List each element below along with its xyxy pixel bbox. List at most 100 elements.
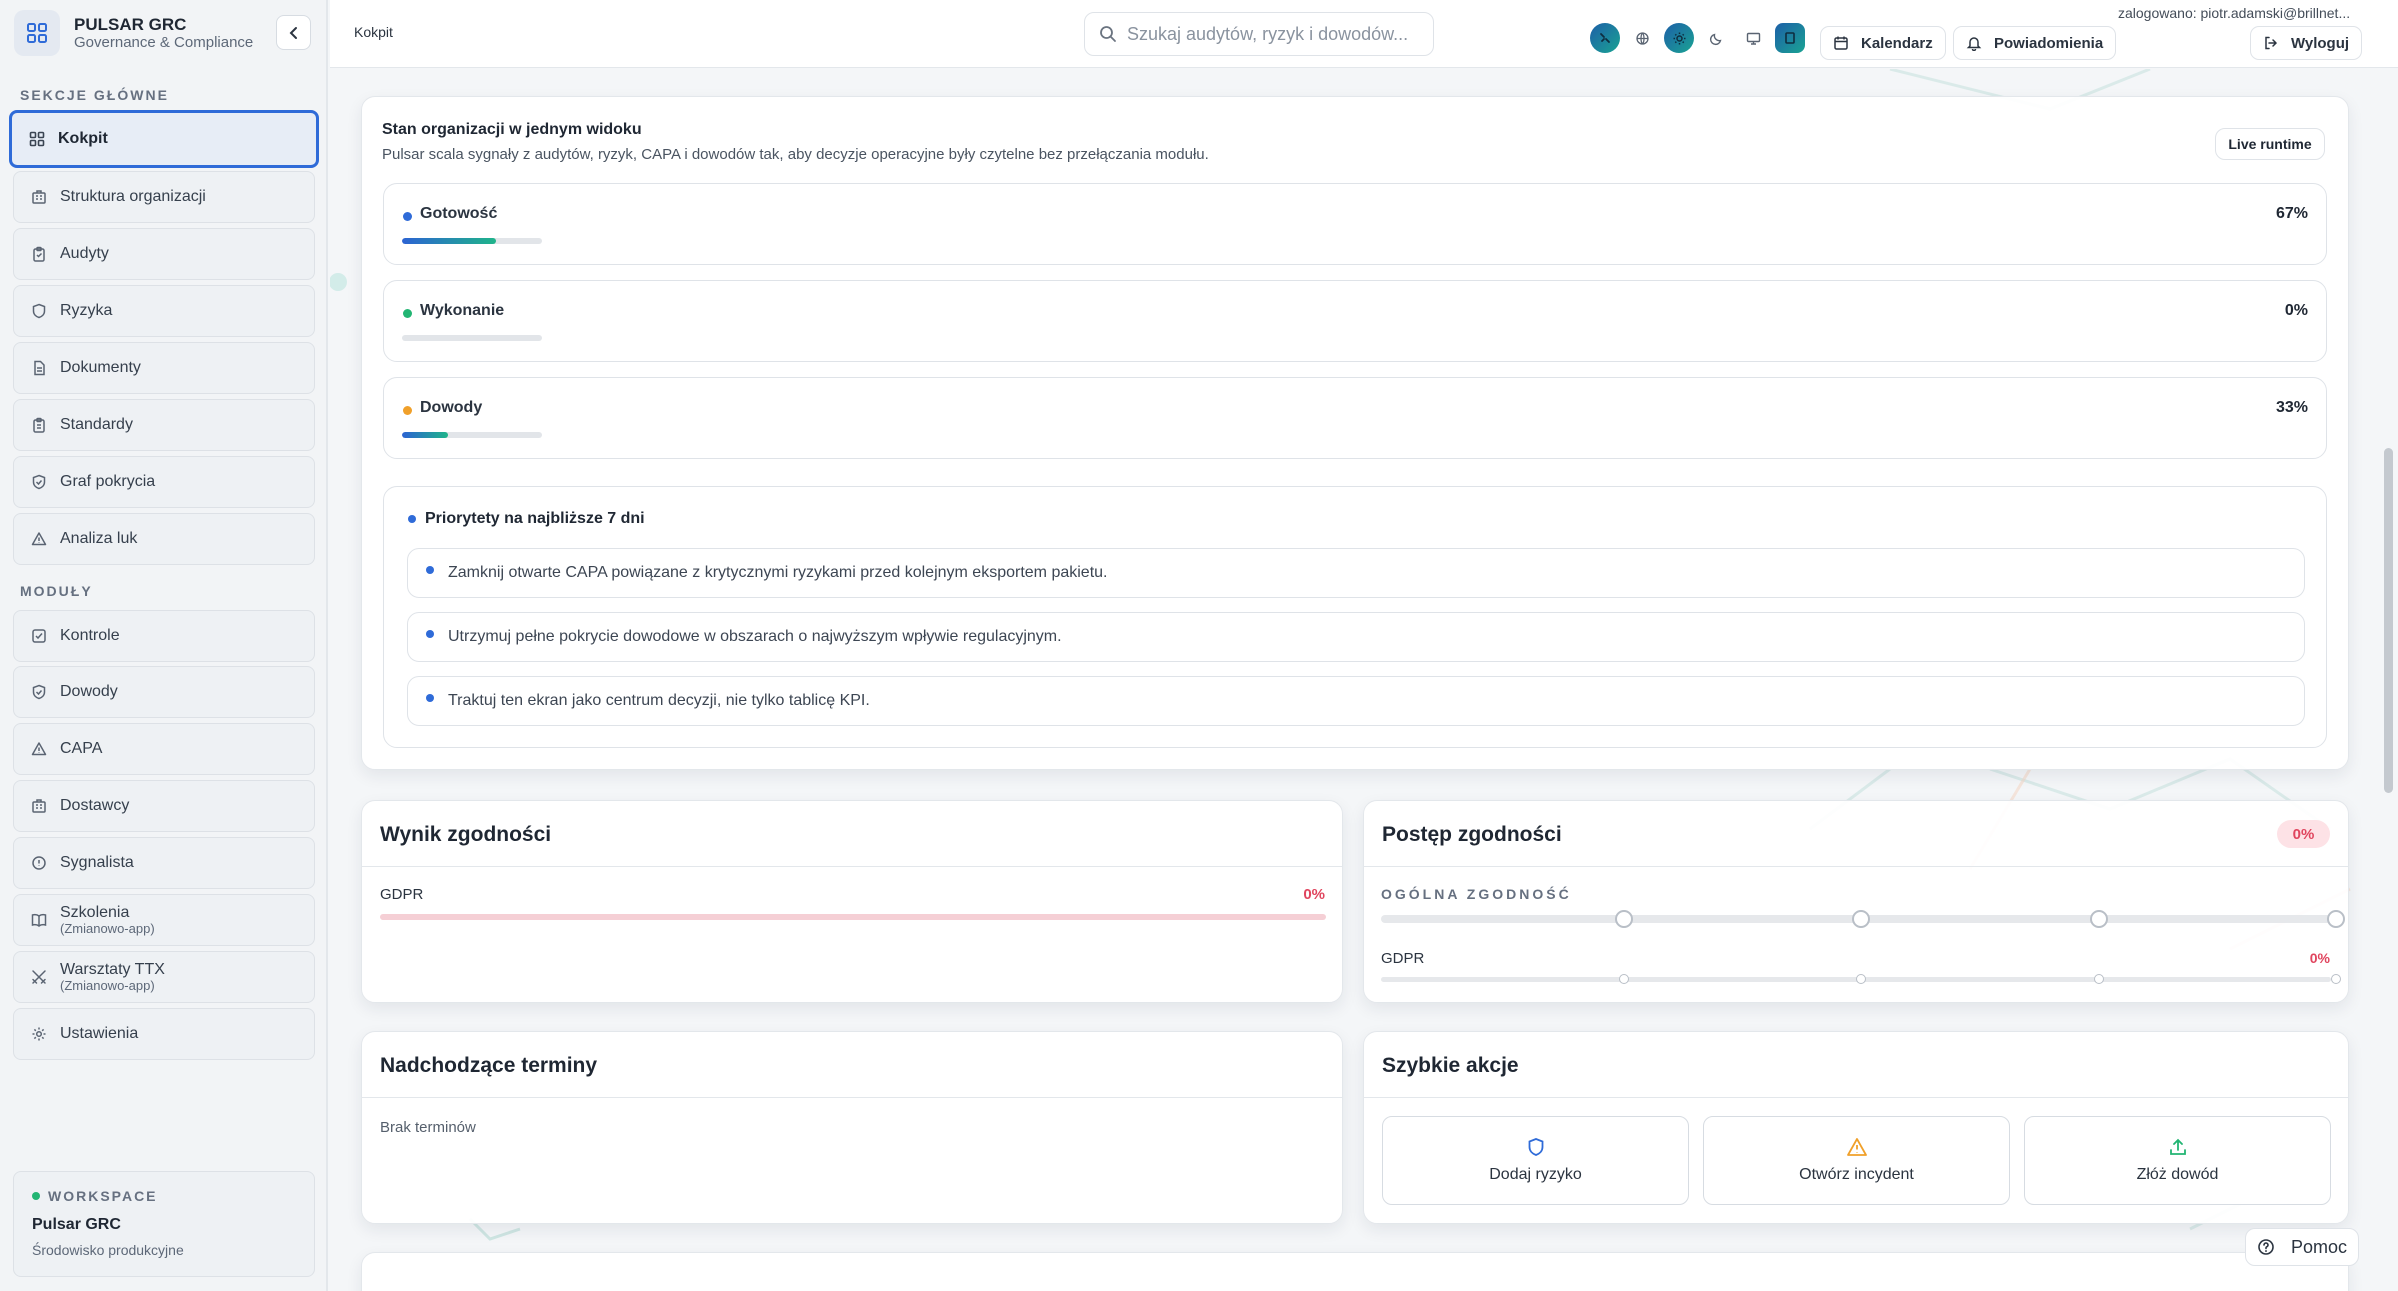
clipboard-icon — [30, 416, 48, 434]
light-theme-button[interactable] — [1664, 23, 1694, 53]
grid-icon — [28, 130, 46, 148]
help-button[interactable]: Pomoc — [2245, 1228, 2359, 1266]
sidebar-item-label: Sygnalista — [60, 854, 134, 871]
sidebar-item-label: Dostawcy — [60, 797, 130, 814]
search-box[interactable] — [1084, 12, 1434, 56]
contrast-tool-button[interactable] — [1775, 23, 1805, 53]
logout-label: Wyloguj — [2291, 34, 2350, 52]
priority-item[interactable]: Traktuj ten ekran jako centrum decyzji, … — [407, 676, 2305, 726]
compliance-score-card: Wynik zgodności GDPR 0% — [361, 800, 1343, 1003]
notifications-button[interactable]: Powiadomienia — [1953, 26, 2117, 60]
card-title: Szybkie akcje — [1382, 1054, 1519, 1077]
submit-evidence-button[interactable]: Złóż dowód — [2024, 1116, 2331, 1205]
action-label: Dodaj ryzyko — [1489, 1166, 1582, 1183]
metric-dot — [403, 212, 412, 221]
brand[interactable]: PULSAR GRC Governance & Compliance — [14, 10, 314, 56]
user-info: zalogowano: piotr.adamski@brillnet... — [2118, 5, 2351, 21]
sidebar-item-sublabel: (Zmianowo-app) — [60, 977, 155, 993]
add-risk-button[interactable]: Dodaj ryzyko — [1382, 1116, 1689, 1205]
milestone-marker — [2327, 910, 2345, 928]
globe-tool-button[interactable] — [1627, 23, 1657, 53]
system-theme-button[interactable] — [1738, 23, 1768, 53]
alert-circle-icon — [30, 854, 48, 872]
workspace-name: Pulsar GRC — [32, 1216, 121, 1233]
sparkle-tool-button[interactable] — [1590, 23, 1620, 53]
priorities-panel: Priorytety na najbliższe 7 dni Zamknij o… — [383, 486, 2327, 748]
shield-check-icon — [30, 683, 48, 701]
breadcrumb[interactable]: Kokpit — [354, 24, 393, 40]
shield-icon — [30, 302, 48, 320]
metric-dot — [403, 406, 412, 415]
sidebar-item-audyty[interactable]: Audyty — [13, 228, 315, 280]
calendar-icon — [1833, 35, 1849, 51]
building-icon — [30, 188, 48, 206]
progress-bar — [402, 238, 542, 244]
sun-icon — [1673, 32, 1685, 44]
help-circle-icon — [2257, 1238, 2275, 1256]
clipboard-icon — [30, 245, 48, 263]
priority-item[interactable]: Zamknij otwarte CAPA powiązane z krytycz… — [407, 548, 2305, 598]
search-icon — [1100, 26, 1116, 42]
logout-icon — [2263, 35, 2279, 51]
metric-label: Wykonanie — [420, 302, 505, 319]
search-input[interactable] — [1127, 23, 1417, 45]
milestone-marker — [2090, 910, 2108, 928]
sidebar-item-kontrole[interactable]: Kontrole — [13, 610, 315, 662]
warning-icon — [1846, 1137, 1868, 1157]
sidebar-item-standardy[interactable]: Standardy — [13, 399, 315, 451]
workspace-label: WORKSPACE — [48, 1188, 158, 1204]
logout-button[interactable]: Wyloguj — [2250, 26, 2363, 60]
metric-card-gotowosc[interactable]: Gotowość 67% — [383, 183, 2327, 265]
scrollbar-thumb[interactable] — [2384, 448, 2393, 793]
bullet-dot — [426, 566, 434, 574]
framework-progress-bar — [380, 914, 1326, 920]
empty-state-text: Brak terminów — [380, 1119, 476, 1136]
sidebar-item-ryzyka[interactable]: Ryzyka — [13, 285, 315, 337]
sidebar-item-label: Warsztaty TTX — [60, 961, 165, 979]
next-section-card — [361, 1252, 2349, 1291]
sidebar-item-sygnalista[interactable]: Sygnalista — [13, 837, 315, 889]
open-incident-button[interactable]: Otwórz incydent — [1703, 1116, 2010, 1205]
bullet-dot — [408, 515, 416, 523]
progress-fill — [402, 432, 449, 438]
sidebar-item-struktura[interactable]: Struktura organizacji — [13, 171, 315, 223]
sidebar-item-label: Audyty — [60, 245, 109, 262]
priority-item[interactable]: Utrzymuj pełne pokrycie dowodowe w obsza… — [407, 612, 2305, 662]
sidebar-item-szkolenia[interactable]: Szkolenia (Zmianowo-app) — [13, 894, 315, 946]
sidebar-item-label: Standardy — [60, 416, 133, 433]
status-dot — [32, 1192, 40, 1200]
sidebar-item-label: Analiza luk — [60, 530, 138, 547]
sidebar-item-graf-pokrycia[interactable]: Graf pokrycia — [13, 456, 315, 508]
metric-label: Dowody — [420, 399, 483, 416]
metric-card-wykonanie[interactable]: Wykonanie 0% — [383, 280, 2327, 362]
warning-icon — [30, 740, 48, 758]
sidebar-item-dokumenty[interactable]: Dokumenty — [13, 342, 315, 394]
overview-title: Stan organizacji w jednym widoku — [382, 121, 642, 138]
workspace-card[interactable]: WORKSPACE Pulsar GRC Środowisko produkcy… — [13, 1171, 315, 1277]
framework-label: GDPR — [380, 886, 424, 903]
sidebar-item-analiza-luk[interactable]: Analiza luk — [13, 513, 315, 565]
metric-label: Gotowość — [420, 205, 498, 222]
sidebar-item-ustawienia[interactable]: Ustawienia — [13, 1008, 315, 1060]
sidebar-item-dostawcy[interactable]: Dostawcy — [13, 780, 315, 832]
section-label-modules: MODUŁY — [20, 583, 93, 599]
dark-theme-button[interactable] — [1701, 23, 1731, 53]
brand-name: PULSAR GRC — [74, 14, 187, 34]
warning-icon — [30, 530, 48, 548]
live-runtime-badge[interactable]: Live runtime — [2215, 128, 2325, 160]
sidebar-item-warsztaty-ttx[interactable]: Warsztaty TTX (Zmianowo-app) — [13, 951, 315, 1003]
collapse-sidebar-button[interactable] — [276, 15, 311, 50]
milestone-marker — [1852, 910, 1870, 928]
calendar-button[interactable]: Kalendarz — [1820, 26, 1946, 60]
sidebar-item-kokpit[interactable]: Kokpit — [9, 110, 319, 168]
framework-value: 0% — [1303, 886, 1325, 903]
book-icon — [30, 911, 48, 929]
milestone-marker — [1615, 910, 1633, 928]
sidebar-item-label: Dowody — [60, 683, 118, 700]
sidebar-item-capa[interactable]: CAPA — [13, 723, 315, 775]
metric-card-dowody[interactable]: Dowody 33% — [383, 377, 2327, 459]
milestone-marker — [1856, 974, 1866, 984]
sidebar-item-dowody[interactable]: Dowody — [13, 666, 315, 718]
sparkle-icon — [1600, 33, 1610, 43]
bullet-dot — [426, 630, 434, 638]
